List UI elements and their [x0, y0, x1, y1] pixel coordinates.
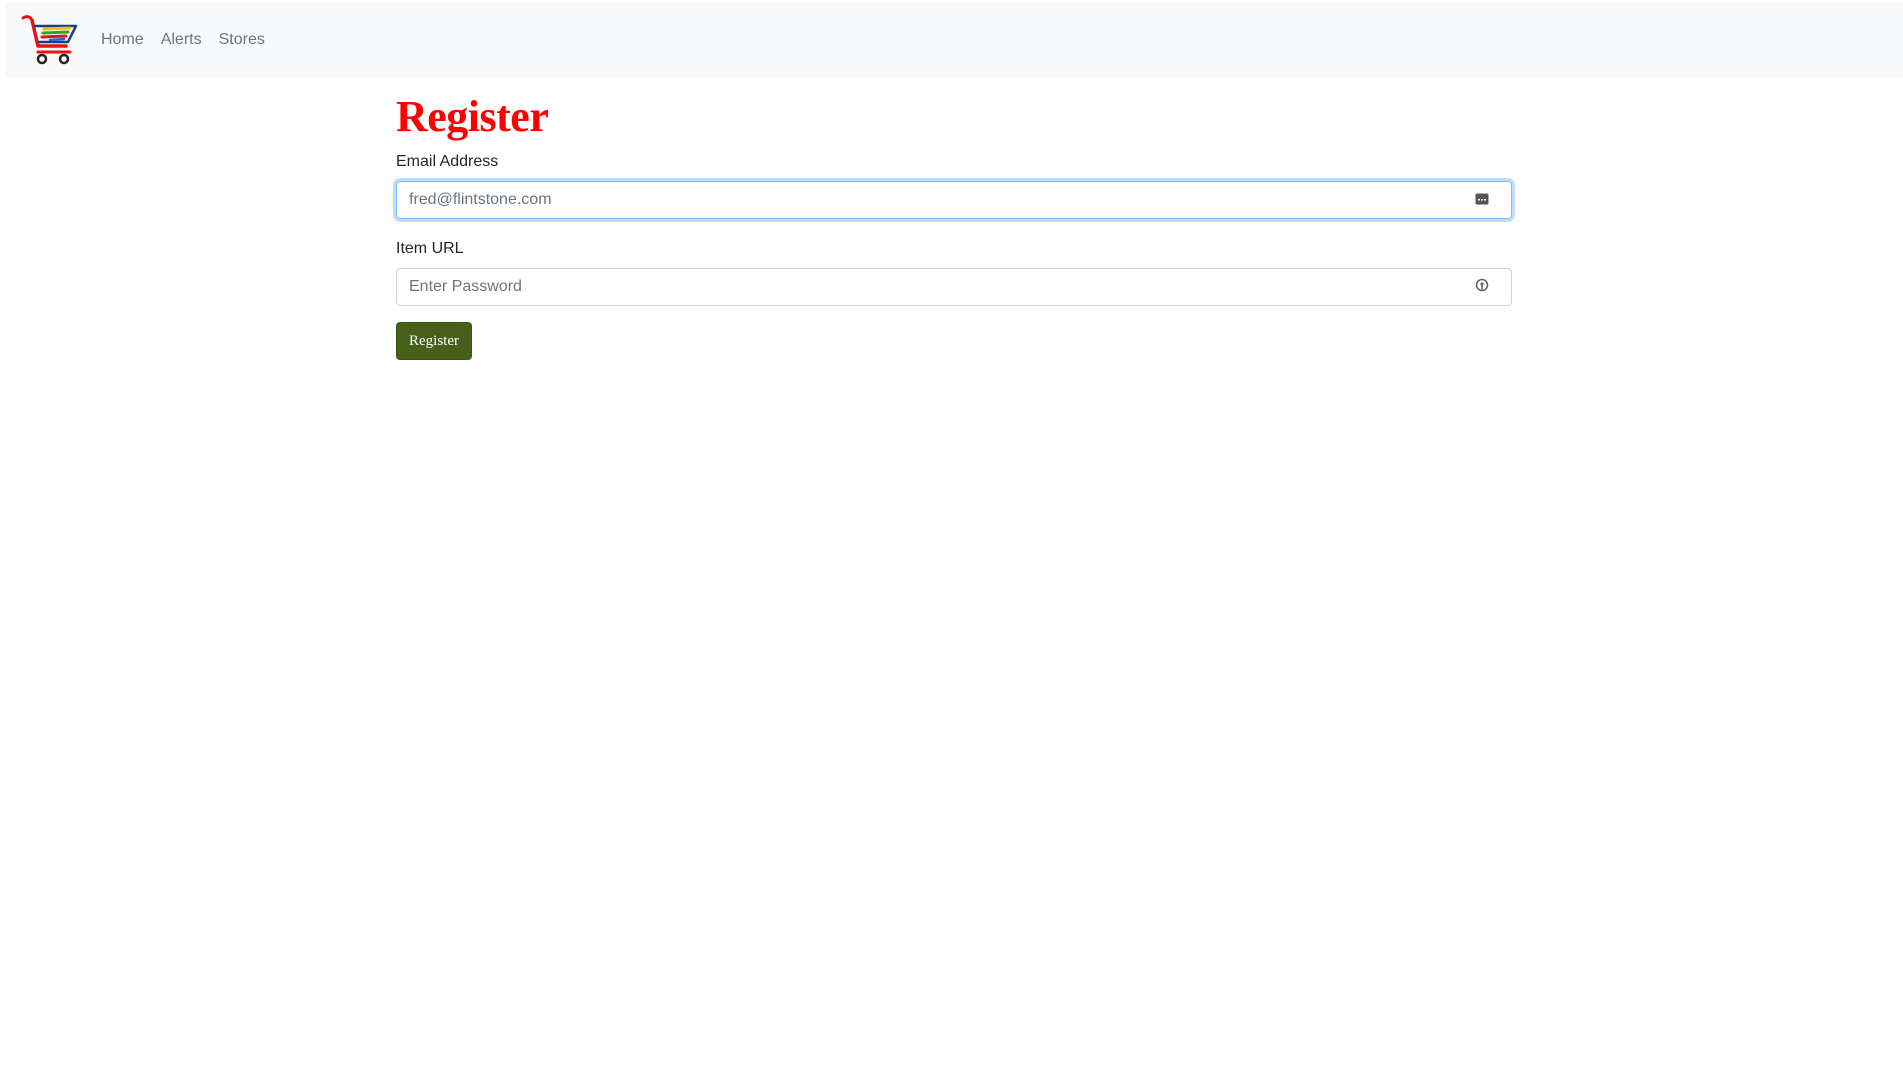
page-title: Register [396, 92, 549, 141]
email-input[interactable] [396, 181, 1512, 219]
register-button[interactable]: Register [396, 322, 472, 360]
nav-link-stores[interactable]: Stores [219, 31, 265, 49]
nav-links: Home Alerts Stores [101, 2, 282, 78]
nav-link-alerts[interactable]: Alerts [161, 31, 202, 49]
item-url-input[interactable] [396, 268, 1512, 306]
brand-logo[interactable] [20, 12, 80, 68]
email-field-wrap [396, 181, 1512, 219]
item-url-field-wrap [396, 268, 1512, 306]
password-key-icon[interactable] [1474, 278, 1490, 294]
nav-link-home[interactable]: Home [101, 31, 144, 49]
email-label: Email Address [396, 153, 499, 170]
register-form-container: Register Email Address Item URL Register [396, 86, 1512, 360]
item-url-label: Item URL [396, 240, 464, 257]
shopping-cart-icon [21, 15, 78, 65]
navbar: Home Alerts Stores [5, 2, 1903, 78]
autofill-card-icon[interactable] [1474, 191, 1490, 207]
